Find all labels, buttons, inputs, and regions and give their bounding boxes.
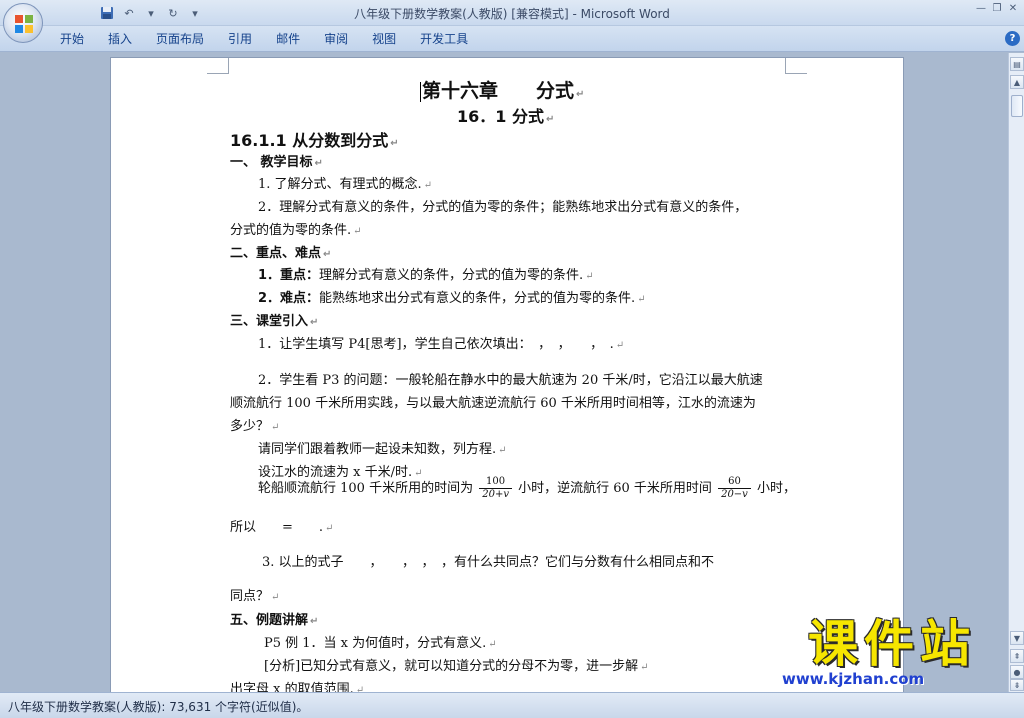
watermark-url: www.kjzhan.com [782, 670, 925, 688]
tab-view[interactable]: 视图 [360, 31, 408, 47]
paragraph-with-fractions: 轮船顺流航行 100 千米所用的时间为 100 20+v 小时，逆流航行 60 千… [258, 476, 796, 501]
help-icon[interactable]: ? [1005, 31, 1020, 46]
heading-examples: 五、例题讲解 ↵ [230, 613, 319, 628]
ruler-toggle-icon[interactable]: ▤ [1010, 57, 1024, 71]
paragraph: 1．让学生填写 P4[思考]，学生自己依次填出： ， ， ， . ↵ [258, 337, 625, 352]
select-browse-object-icon[interactable]: ● [1010, 665, 1024, 679]
restore-icon[interactable]: ❐ [990, 2, 1004, 16]
document-workspace: 第十六章 分式 ↵ 16．1 分式 ↵ 16.1.1 从分数到分式 ↵ 一、 教学目标… [0, 53, 1008, 692]
paragraph: 2．学生看 P3 的问题：一般轮船在静水中的最大航速为 20 千米/时，它沿江以… [258, 373, 763, 388]
paragraph: 所以 = . ↵ [230, 520, 334, 535]
next-page-icon[interactable]: ⇟ [1010, 679, 1024, 691]
ribbon-tab-row: 开始 插入 页面布局 引用 邮件 审阅 视图 开发工具 ? [0, 26, 1024, 52]
crop-mark-top-left [207, 58, 229, 74]
heading-lesson-intro: 三、课堂引入 ↵ [230, 314, 319, 329]
vertical-scrollbar[interactable]: ▤ ▲ ▼ ⇞ ● ⇟ [1008, 53, 1024, 692]
heading-teaching-goals: 一、 教学目标 ↵ [230, 155, 323, 170]
previous-page-icon[interactable]: ⇞ [1010, 649, 1024, 663]
tab-insert[interactable]: 插入 [96, 31, 144, 47]
paragraph: 出字母 x 的取值范围. ↵ [230, 682, 365, 692]
office-button[interactable] [3, 3, 43, 43]
subsection-title: 16.1.1 从分数到分式 ↵ [230, 131, 399, 150]
paragraph: 3. 以上的式子 ， ， ， ，有什么共同点？它们与分数有什么相同点和不 [262, 555, 715, 570]
minimize-icon[interactable]: — [974, 2, 988, 16]
title-separator: - [568, 7, 581, 21]
window-title: 八年级下册数学教案(人教版) [兼容模式] - Microsoft Word [0, 5, 1024, 22]
tab-home[interactable]: 开始 [48, 31, 96, 47]
close-icon[interactable]: ✕ [1006, 2, 1020, 16]
status-bar: 八年级下册数学教案(人教版): 73,631 个字符(近似值)。 [0, 692, 1024, 718]
scroll-down-icon[interactable]: ▼ [1010, 631, 1024, 645]
fraction: 60 20−v [718, 476, 751, 501]
paragraph: 1. 了解分式、有理式的概念. ↵ [258, 177, 433, 192]
window-controls: — ❐ ✕ [974, 2, 1020, 16]
title-bar: ↶ ▾ ↻ ▾ 八年级下册数学教案(人教版) [兼容模式] - Microsof… [0, 0, 1024, 26]
paragraph: [分析]已知分式有意义，就可以知道分式的分母不为零，进一步解 ↵ [264, 659, 649, 674]
office-logo-icon [15, 15, 33, 33]
text-cursor [420, 81, 421, 102]
app-name: Microsoft Word [580, 7, 670, 21]
paragraph: 顺流航行 100 千米所用实践，与以最大航速逆流航行 60 千米所用时间相等，江… [230, 396, 756, 411]
scrollbar-thumb[interactable] [1011, 95, 1023, 117]
tab-page-layout[interactable]: 页面布局 [144, 31, 216, 47]
paragraph: P5 例 1．当 x 为何值时，分式有意义. ↵ [264, 636, 497, 651]
watermark-logo: 课件站 www.kjzhan.com [772, 616, 1012, 690]
fraction: 100 20+v [479, 476, 512, 501]
paragraph: 多少？ ↵ [230, 419, 280, 434]
scroll-up-icon[interactable]: ▲ [1010, 75, 1024, 89]
paragraph: 2．难点：能熟练地求出分式有意义的条件，分式的值为零的条件. ↵ [258, 291, 646, 306]
paragraph: 2．理解分式有意义的条件，分式的值为零的条件；能熟练地求出分式有意义的条件， [258, 200, 748, 215]
heading-key-points: 二、重点、难点 ↵ [230, 246, 332, 261]
section-title: 16．1 分式 ↵ [457, 107, 555, 126]
watermark-brand: 课件站 [808, 615, 976, 673]
character-count[interactable]: 八年级下册数学教案(人教版): 73,631 个字符(近似值)。 [8, 698, 308, 715]
paragraph: 1．重点：理解分式有意义的条件，分式的值为零的条件. ↵ [258, 268, 594, 283]
tab-references[interactable]: 引用 [216, 31, 264, 47]
chapter-title: 第十六章 分式 ↵ [420, 80, 585, 102]
paragraph: 分式的值为零的条件. ↵ [230, 223, 362, 238]
document-title: 八年级下册数学教案(人教版) [兼容模式] [354, 7, 569, 21]
tab-review[interactable]: 审阅 [312, 31, 360, 47]
paragraph: 请同学们跟着教师一起设未知数，列方程. ↵ [258, 442, 507, 457]
document-page[interactable]: 第十六章 分式 ↵ 16．1 分式 ↵ 16.1.1 从分数到分式 ↵ 一、 教学目标… [110, 57, 904, 692]
ribbon-tabs: 开始 插入 页面布局 引用 邮件 审阅 视图 开发工具 [48, 31, 480, 47]
crop-mark-top-right [785, 58, 807, 74]
tab-mailings[interactable]: 邮件 [264, 31, 312, 47]
paragraph: 同点？ ↵ [230, 589, 280, 604]
tab-developer[interactable]: 开发工具 [408, 31, 480, 47]
